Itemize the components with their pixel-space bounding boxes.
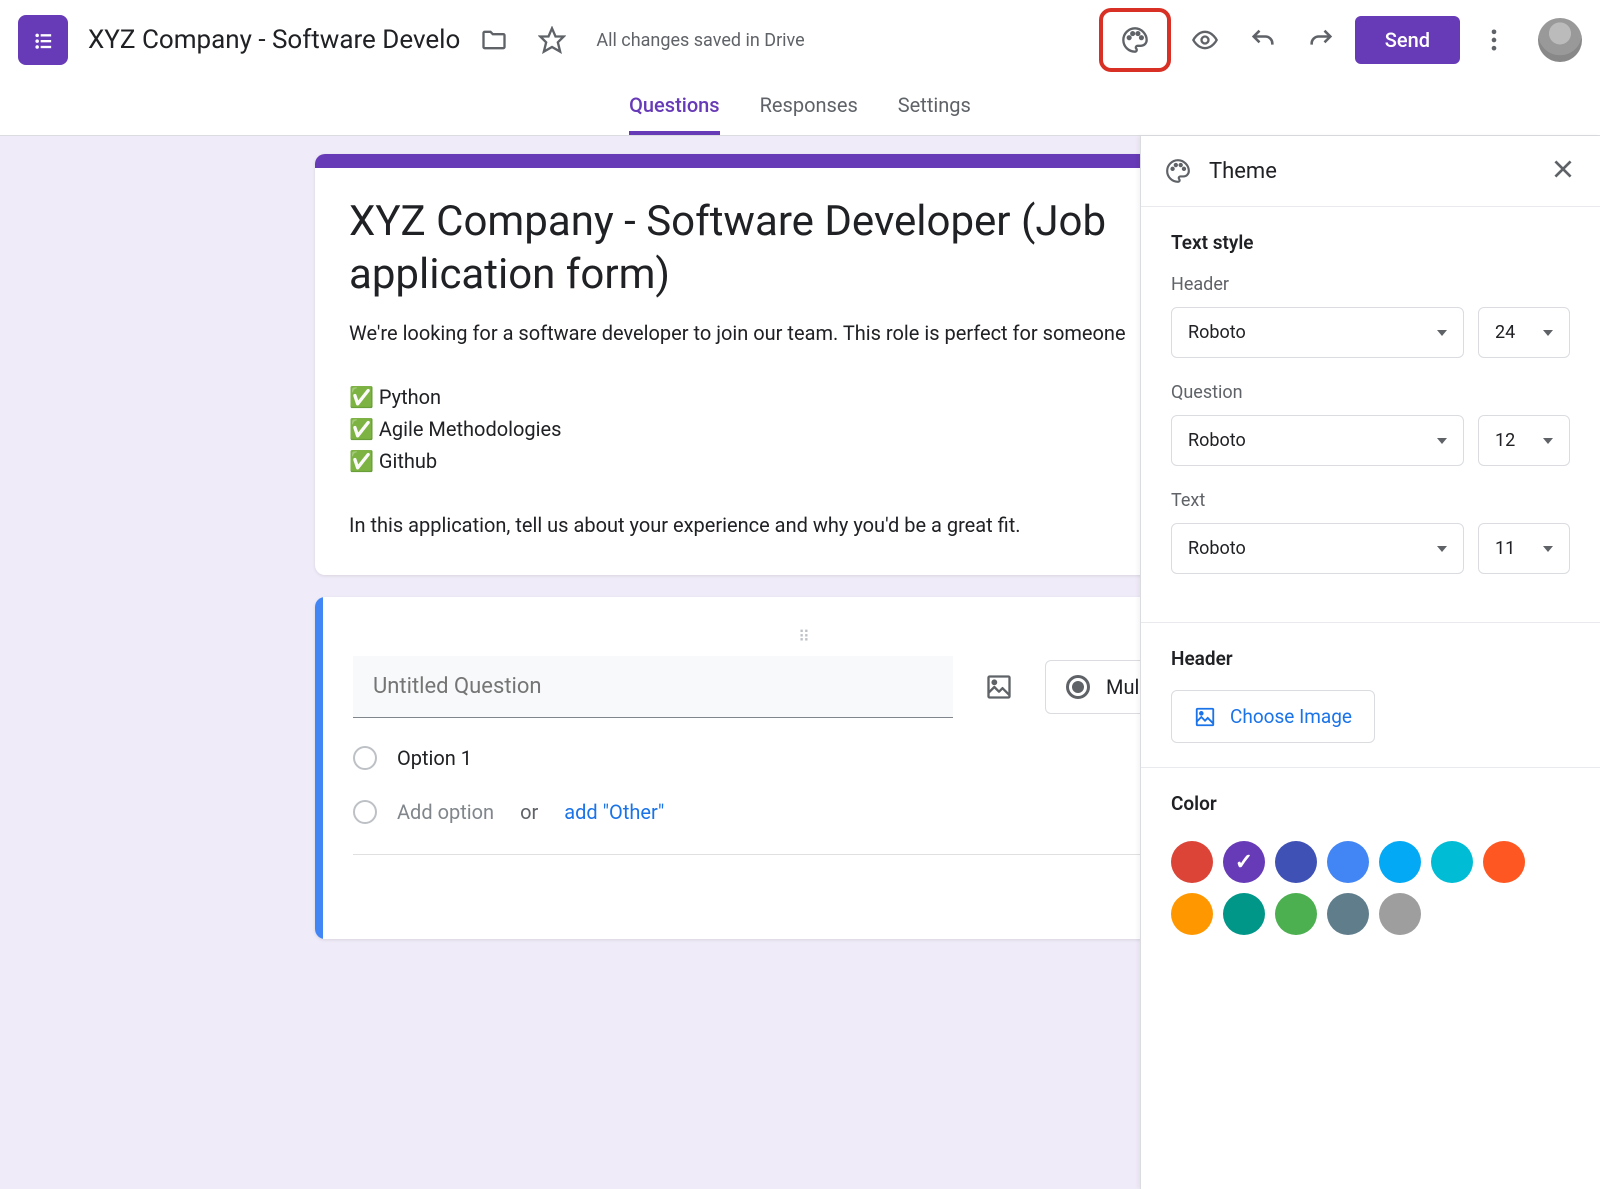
header-image-section: Header Choose Image xyxy=(1141,623,1600,768)
color-swatch[interactable] xyxy=(1171,841,1213,883)
color-swatch[interactable] xyxy=(1275,893,1317,935)
text-font-label: Text xyxy=(1171,490,1570,511)
send-button[interactable]: Send xyxy=(1355,16,1460,64)
color-section: Color xyxy=(1141,768,1600,959)
tab-questions[interactable]: Questions xyxy=(629,93,719,135)
redo-icon[interactable] xyxy=(1297,16,1345,64)
chevron-down-icon xyxy=(1543,546,1553,552)
chevron-down-icon xyxy=(1437,438,1447,444)
add-image-icon[interactable] xyxy=(975,663,1023,711)
user-avatar[interactable] xyxy=(1538,18,1582,62)
move-folder-icon[interactable] xyxy=(470,16,518,64)
color-swatch[interactable] xyxy=(1431,841,1473,883)
theme-button-highlight xyxy=(1099,8,1171,72)
radio-empty-icon xyxy=(353,746,377,770)
text-style-title: Text style xyxy=(1171,231,1570,254)
text-font-select[interactable]: Roboto xyxy=(1171,523,1464,574)
tab-responses[interactable]: Responses xyxy=(760,93,858,135)
header-size-select[interactable]: 24 xyxy=(1478,307,1570,358)
color-swatch[interactable] xyxy=(1223,841,1265,883)
more-icon[interactable] xyxy=(1470,16,1518,64)
theme-panel: Theme Text style Header Roboto 24 Questi… xyxy=(1140,136,1600,1189)
undo-icon[interactable] xyxy=(1239,16,1287,64)
tab-bar: Questions Responses Settings xyxy=(0,80,1600,136)
tab-settings[interactable]: Settings xyxy=(898,93,971,135)
option-row-1[interactable]: Option 1 xyxy=(353,746,1255,770)
question-type-label: Mul xyxy=(1106,675,1139,699)
palette-icon xyxy=(1165,158,1191,184)
option-text[interactable]: Option 1 xyxy=(397,746,472,770)
save-status: All changes saved in Drive xyxy=(596,30,804,51)
add-option-button[interactable]: Add option xyxy=(397,800,494,824)
document-title[interactable]: XYZ Company - Software Develo xyxy=(88,25,460,55)
color-swatch[interactable] xyxy=(1379,893,1421,935)
theme-panel-header: Theme xyxy=(1141,136,1600,207)
color-swatches xyxy=(1171,835,1570,935)
question-font-select[interactable]: Roboto xyxy=(1171,415,1464,466)
theme-panel-title: Theme xyxy=(1209,159,1532,184)
form-description[interactable]: We're looking for a software developer t… xyxy=(349,317,1251,541)
question-size-select[interactable]: 12 xyxy=(1478,415,1570,466)
preview-icon[interactable] xyxy=(1181,16,1229,64)
header-section-title: Header xyxy=(1171,647,1570,670)
header-font-select[interactable]: Roboto xyxy=(1171,307,1464,358)
question-font-label: Question xyxy=(1171,382,1570,403)
question-accent xyxy=(315,597,323,939)
choose-image-button[interactable]: Choose Image xyxy=(1171,690,1375,743)
color-swatch[interactable] xyxy=(1223,893,1265,935)
star-icon[interactable] xyxy=(528,16,576,64)
color-swatch[interactable] xyxy=(1327,841,1369,883)
chevron-down-icon xyxy=(1437,330,1447,336)
color-swatch[interactable] xyxy=(1171,893,1213,935)
radio-icon xyxy=(1066,675,1090,699)
question-footer xyxy=(353,854,1255,909)
color-swatch[interactable] xyxy=(1327,893,1369,935)
add-other-button[interactable]: add "Other" xyxy=(564,800,664,824)
chevron-down-icon xyxy=(1543,438,1553,444)
header-font-label: Header xyxy=(1171,274,1570,295)
color-swatch[interactable] xyxy=(1483,841,1525,883)
top-toolbar: XYZ Company - Software Develo All change… xyxy=(0,0,1600,80)
customize-theme-icon[interactable] xyxy=(1111,16,1159,64)
question-title-input[interactable] xyxy=(353,656,953,718)
text-style-section: Text style Header Roboto 24 Question Rob… xyxy=(1141,207,1600,623)
color-section-title: Color xyxy=(1171,792,1570,815)
form-title[interactable]: XYZ Company - Software Developer (Job ap… xyxy=(349,196,1251,301)
close-icon[interactable] xyxy=(1550,156,1576,186)
or-label: or xyxy=(520,800,538,824)
choose-image-label: Choose Image xyxy=(1230,705,1352,728)
radio-empty-icon xyxy=(353,800,377,824)
add-option-row: Add option or add "Other" xyxy=(353,800,1255,824)
drag-handle-icon[interactable]: ⠿ xyxy=(353,627,1255,646)
image-icon xyxy=(1194,706,1216,728)
text-size-select[interactable]: 11 xyxy=(1478,523,1570,574)
forms-logo-icon[interactable] xyxy=(18,15,68,65)
chevron-down-icon xyxy=(1437,546,1447,552)
color-swatch[interactable] xyxy=(1275,841,1317,883)
chevron-down-icon xyxy=(1543,330,1553,336)
color-swatch[interactable] xyxy=(1379,841,1421,883)
